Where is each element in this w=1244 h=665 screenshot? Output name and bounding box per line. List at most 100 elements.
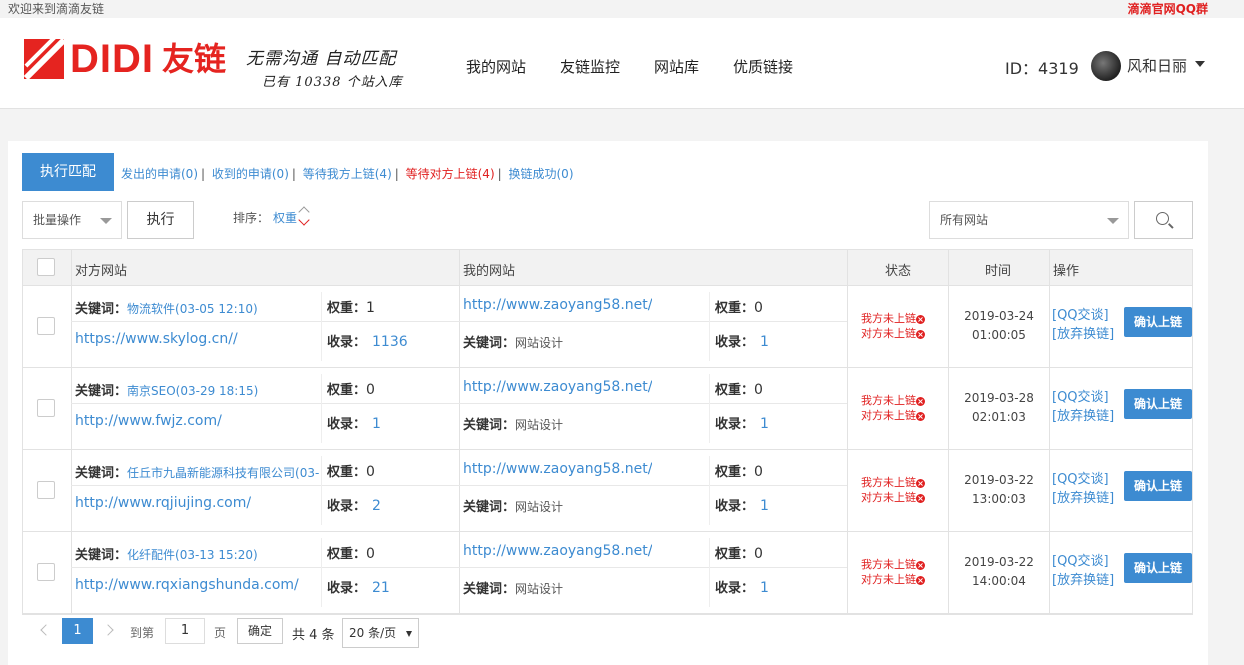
row-checkbox[interactable] — [37, 563, 55, 581]
search-button[interactable] — [1134, 201, 1193, 239]
nav-quality-links[interactable]: 优质链接 — [733, 56, 793, 77]
page-current[interactable]: 1 — [62, 618, 93, 644]
username[interactable]: 风和日丽 — [1127, 55, 1187, 76]
their-keyword-value[interactable]: 南京SEO(03-29 18:15) — [127, 384, 258, 398]
goto-confirm-button[interactable]: 确定 — [237, 618, 283, 644]
batch-action-select[interactable]: 批量操作 — [22, 201, 122, 239]
filter-exchange-success[interactable]: 换链成功(0) — [509, 167, 574, 181]
site-filter-select[interactable]: 所有网站 — [929, 201, 1129, 239]
their-url[interactable]: http://www.rqjiujing.com/ — [75, 495, 251, 511]
divider — [459, 286, 460, 367]
sort-arrows-icon[interactable] — [298, 205, 313, 229]
divider — [847, 250, 848, 285]
status-my-side: 我方未上链× — [861, 311, 925, 326]
my-weight: 权重：0 — [715, 297, 763, 316]
status-my-side: 我方未上链× — [861, 557, 925, 572]
error-icon: × — [916, 412, 925, 421]
filter-sent-requests[interactable]: 发出的申请(0) — [121, 167, 198, 181]
my-url[interactable]: http://www.zaoyang58.net/ — [463, 379, 652, 395]
their-indexed-value[interactable]: 21 — [372, 580, 390, 596]
abandon-exchange-link[interactable]: [放弃换链] — [1052, 571, 1114, 590]
nav-my-sites[interactable]: 我的网站 — [466, 56, 526, 77]
divider — [71, 567, 847, 568]
my-indexed-value[interactable]: 1 — [760, 580, 769, 596]
date-text: 2019-03-22 — [964, 555, 1034, 569]
filter-waiting-my-side[interactable]: 等待我方上链(4) — [303, 167, 392, 181]
abandon-exchange-link[interactable]: [放弃换链] — [1052, 325, 1114, 344]
qq-chat-link[interactable]: [QQ交谈] — [1052, 388, 1114, 407]
user-menu-caret-icon[interactable] — [1195, 61, 1205, 67]
execute-match-button[interactable]: 执行匹配 — [22, 153, 114, 191]
table-row: 关键词：任丘市九晶新能源科技有限公司(03- 权重：0 http://www.r… — [23, 450, 1192, 532]
qq-chat-link[interactable]: [QQ交谈] — [1052, 306, 1114, 325]
weight-label: 权重： — [715, 383, 755, 398]
abandon-exchange-link[interactable]: [放弃换链] — [1052, 489, 1114, 508]
my-indexed: 收录： 1 — [715, 413, 769, 432]
search-icon — [1156, 212, 1169, 225]
divider — [709, 374, 710, 443]
nav-link-monitor[interactable]: 友链监控 — [560, 56, 620, 77]
indexed-label: 收录： — [715, 417, 755, 432]
their-weight-value: 1 — [366, 300, 375, 316]
divider — [71, 532, 72, 613]
avatar[interactable] — [1091, 51, 1121, 81]
their-keyword-value[interactable]: 任丘市九晶新能源科技有限公司(03- — [127, 466, 319, 480]
sort-control: 排序： 权重 — [233, 209, 297, 226]
qq-group-link[interactable]: 滴滴官网QQ群 — [1128, 0, 1208, 17]
logo[interactable]: DIDI 友链 — [24, 38, 226, 80]
their-indexed: 收录： 1136 — [327, 331, 408, 350]
divider — [948, 250, 949, 285]
confirm-link-button[interactable]: 确认上链 — [1124, 389, 1192, 419]
their-keyword-value[interactable]: 化纤配件(03-13 15:20) — [127, 548, 258, 562]
divider — [709, 538, 710, 607]
confirm-link-button[interactable]: 确认上链 — [1124, 471, 1192, 501]
their-weight: 权重：0 — [327, 379, 375, 398]
filter-waiting-their-side[interactable]: 等待对方上链(4) — [406, 167, 495, 181]
their-indexed-value[interactable]: 1136 — [372, 334, 408, 350]
prev-page-icon[interactable] — [40, 624, 52, 636]
time-cell: 2019-03-24 01:00:05 — [949, 307, 1049, 345]
confirm-link-button[interactable]: 确认上链 — [1124, 307, 1192, 337]
my-indexed-value[interactable]: 1 — [760, 416, 769, 432]
execute-button[interactable]: 执行 — [127, 201, 194, 239]
row-checkbox[interactable] — [37, 317, 55, 335]
sort-weight-link[interactable]: 权重 — [273, 211, 297, 225]
next-page-icon[interactable] — [102, 624, 114, 636]
row-checkbox[interactable] — [37, 399, 55, 417]
my-url[interactable]: http://www.zaoyang58.net/ — [463, 543, 652, 559]
my-weight-value: 0 — [754, 382, 763, 398]
their-url[interactable]: http://www.rqxiangshunda.com/ — [75, 577, 299, 593]
status-my-side-text: 我方未上链 — [861, 558, 916, 571]
my-url[interactable]: http://www.zaoyang58.net/ — [463, 461, 652, 477]
my-keyword-value: 网站设计 — [515, 500, 564, 514]
slogan-line2: 已有 10338 个站入库 — [262, 75, 403, 90]
qq-chat-link[interactable]: [QQ交谈] — [1052, 552, 1114, 571]
status-cell: 我方未上链× 对方未上链× — [861, 557, 925, 587]
select-all-checkbox[interactable] — [37, 258, 55, 276]
nav-site-library[interactable]: 网站库 — [654, 56, 699, 77]
row-checkbox[interactable] — [37, 481, 55, 499]
their-indexed-value[interactable]: 2 — [372, 498, 381, 514]
page-size-select[interactable]: 20 条/页 — [342, 618, 419, 648]
divider — [321, 292, 322, 361]
my-indexed-value[interactable]: 1 — [760, 498, 769, 514]
my-indexed-value[interactable]: 1 — [760, 334, 769, 350]
their-url[interactable]: http://www.fwjz.com/ — [75, 413, 222, 429]
my-url[interactable]: http://www.zaoyang58.net/ — [463, 297, 652, 313]
site-filter-value: 所有网站 — [940, 213, 989, 227]
abandon-exchange-link[interactable]: [放弃换链] — [1052, 407, 1114, 426]
their-indexed: 收录： 2 — [327, 495, 381, 514]
qq-chat-link[interactable]: [QQ交谈] — [1052, 470, 1114, 489]
my-keyword: 关键词：网站设计 — [463, 414, 563, 433]
goto-page-input[interactable]: 1 — [165, 618, 205, 644]
status-my-side: 我方未上链× — [861, 475, 925, 490]
filter-received-requests[interactable]: 收到的申请(0) — [212, 167, 289, 181]
their-url[interactable]: https://www.skylog.cn// — [75, 331, 238, 347]
keyword-label: 关键词： — [463, 336, 516, 351]
pagination: 1 到第 1 页 确定 共 4 条 20 条/页 — [22, 613, 1193, 657]
logo-cn: 友链 — [162, 40, 227, 78]
header: DIDI 友链 无需沟通 自动匹配 已有 10338 个站入库 我的网站 友链监… — [0, 18, 1244, 109]
their-indexed-value[interactable]: 1 — [372, 416, 381, 432]
their-keyword-value[interactable]: 物流软件(03-05 12:10) — [127, 302, 258, 316]
confirm-link-button[interactable]: 确认上链 — [1124, 553, 1192, 583]
